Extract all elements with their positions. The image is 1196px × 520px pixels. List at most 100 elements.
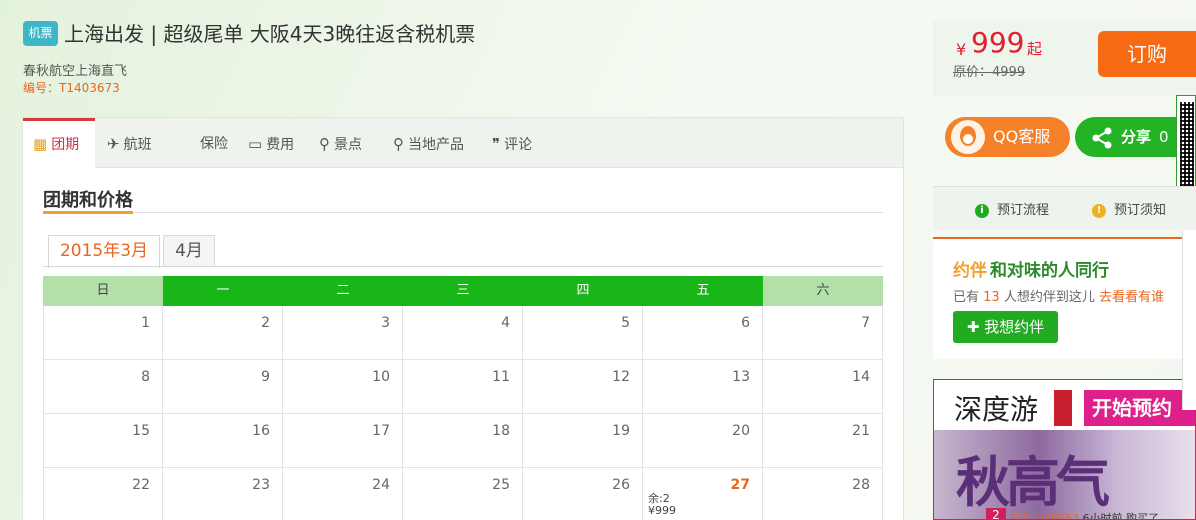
calendar-day-cell: 16: [163, 414, 283, 468]
calendar-day-number: 28: [852, 477, 870, 493]
buddy-count: 13: [983, 290, 1000, 305]
tab-attractions[interactable]: ⚲ 景点: [319, 118, 362, 168]
tab-label: 景点: [334, 137, 362, 153]
calendar-day-cell: 5: [523, 306, 643, 360]
calendar-day-number: 8: [141, 369, 150, 385]
weekday-sat: 六: [763, 276, 883, 306]
calendar-day-number: 7: [861, 315, 870, 331]
tab-reviews[interactable]: ❞ 评论: [492, 118, 532, 168]
price-suffix: 起: [1027, 40, 1043, 58]
calendar-day-number: 14: [852, 369, 870, 385]
tab-fees[interactable]: ▭ 费用: [248, 118, 294, 168]
calendar-week-row: 8 9 10 11 12 13 14: [43, 360, 883, 414]
calendar-day-number: 18: [492, 423, 510, 439]
section-title: 团期和价格: [43, 190, 133, 211]
weekday-thu: 四: [523, 276, 643, 306]
calendar-day-number: 27: [730, 477, 750, 493]
book-button[interactable]: 订购: [1098, 31, 1196, 77]
tab-label: 当地产品: [408, 137, 464, 153]
booking-notice-link[interactable]: ! 预订须知: [1092, 199, 1166, 218]
calendar-day-cell: 26: [523, 468, 643, 520]
tab-flights[interactable]: ✈ 航班: [107, 118, 152, 168]
want-buddy-button[interactable]: ✚ 我想约伴: [953, 311, 1058, 343]
calendar-day-number: 19: [612, 423, 630, 439]
calendar-day-cell: 13: [643, 360, 763, 414]
section-divider: [43, 212, 883, 213]
month-tab-april[interactable]: 4月: [163, 235, 215, 267]
tab-dates[interactable]: ▦ 团期: [23, 118, 95, 169]
product-code: 编号：T1403673: [23, 81, 120, 95]
buddy-title: 和对味的人同行: [990, 261, 1109, 281]
day-price: ¥999: [648, 504, 676, 517]
tab-insurance[interactable]: 保险: [200, 118, 228, 168]
share-icon: [1092, 127, 1112, 149]
calendar-day-cell: 3: [283, 306, 403, 360]
calendar-day-cell[interactable]: 27 余:2 ¥999: [643, 468, 763, 520]
map-pin-icon: ⚲: [319, 135, 330, 153]
calendar-day-cell: 21: [763, 414, 883, 468]
plus-icon: ✚: [966, 318, 985, 336]
calendar-day-number: 22: [132, 477, 150, 493]
calendar-day-number: 5: [621, 315, 630, 331]
calendar-week-row: 1 2 3 4 5 6 7: [43, 306, 883, 360]
ad-banner[interactable]: 深度游 开始预约 秋高气 2 158****0853 6小时前 购买了: [933, 379, 1196, 520]
ad-logo: 深度游: [954, 393, 1039, 426]
tab-bar: ▦ 团期 ✈ 航班 保险 ▭ 费用 ⚲ 景点 ⚲ 当地产品 ❞ 评论: [23, 118, 903, 169]
calendar-day-cell: 11: [403, 360, 523, 414]
original-price: 原价：4999: [953, 65, 1026, 80]
calendar-day-number: 12: [612, 369, 630, 385]
calendar-day-cell: 9: [163, 360, 283, 414]
calendar-day-cell: 23: [163, 468, 283, 520]
page-title: 上海出发 | 超级尾单 大阪4天3晚往返含税机票: [64, 22, 476, 46]
section-divider-accent: [43, 211, 133, 214]
month-tab-march[interactable]: 2015年3月: [48, 235, 160, 268]
category-badge: 机票: [23, 21, 58, 46]
calendar-header: 日 一 二 三 四 五 六: [43, 276, 883, 306]
weekday-fri: 五: [643, 276, 763, 306]
calendar-week-row: 22 23 24 25 26 27 余:2 ¥999 28: [43, 468, 883, 520]
calendar-day-number: 16: [252, 423, 270, 439]
calendar-day-cell: 22: [43, 468, 163, 520]
ad-headline: 秋高气: [956, 451, 1110, 514]
calendar-day-number: 2: [261, 315, 270, 331]
ad-purchase-ticker: 158****0853 6小时前 购买了: [984, 510, 1159, 520]
ad-tagline: 开始预约: [1084, 390, 1195, 426]
calendar-week-row: 15 16 17 18 19 20 21: [43, 414, 883, 468]
calendar-day-cell: 17: [283, 414, 403, 468]
share-label: 分享: [1121, 128, 1152, 146]
want-buddy-label: 我想约伴: [984, 318, 1045, 336]
buddy-text: 已有 13 人想约伴到这儿 去看看有谁: [953, 286, 1164, 305]
calendar-icon: ▦: [33, 135, 48, 153]
calendar-day-number: 15: [132, 423, 150, 439]
buddy-text-middle: 人想约伴到这儿: [1003, 290, 1095, 305]
calendar-day-number: 9: [261, 369, 270, 385]
tab-label: 航班: [123, 137, 152, 153]
calendar-day-number: 10: [372, 369, 390, 385]
calendar-day-number: 23: [252, 477, 270, 493]
calendar-day-number: 3: [381, 315, 390, 331]
calendar-day-number: 17: [372, 423, 390, 439]
calendar-day-number: 11: [492, 369, 510, 385]
ad-ticker-phone: 158****0853: [1008, 512, 1079, 520]
quote-icon: ❞: [492, 135, 501, 153]
calendar-day-cell: 15: [43, 414, 163, 468]
tab-label: 费用: [266, 137, 295, 153]
tab-label: 团期: [51, 137, 80, 153]
local-pin-icon: ⚲: [393, 135, 404, 153]
buddy-see-who-link[interactable]: 去看看有谁: [1099, 290, 1164, 305]
main-panel: ▦ 团期 ✈ 航班 保险 ▭ 费用 ⚲ 景点 ⚲ 当地产品 ❞ 评论 团期和价格 2015年…: [22, 117, 904, 520]
side-panel-edge: [1182, 230, 1196, 410]
calendar-day-cell: 7: [763, 306, 883, 360]
calendar-day-cell: 28: [763, 468, 883, 520]
calendar-day-number: 21: [852, 423, 870, 439]
calendar-day-cell: 18: [403, 414, 523, 468]
calendar-day-cell: 25: [403, 468, 523, 520]
booking-flow-link[interactable]: i 预订流程: [975, 199, 1049, 218]
tab-label: 保险: [200, 136, 228, 152]
calendar-day-number: 26: [612, 477, 630, 493]
tab-local-products[interactable]: ⚲ 当地产品: [393, 118, 464, 168]
plane-icon: ✈: [107, 135, 120, 153]
calendar-day-cell: 1: [43, 306, 163, 360]
calendar-day-cell: 14: [763, 360, 883, 414]
tab-label: 评论: [504, 137, 533, 153]
